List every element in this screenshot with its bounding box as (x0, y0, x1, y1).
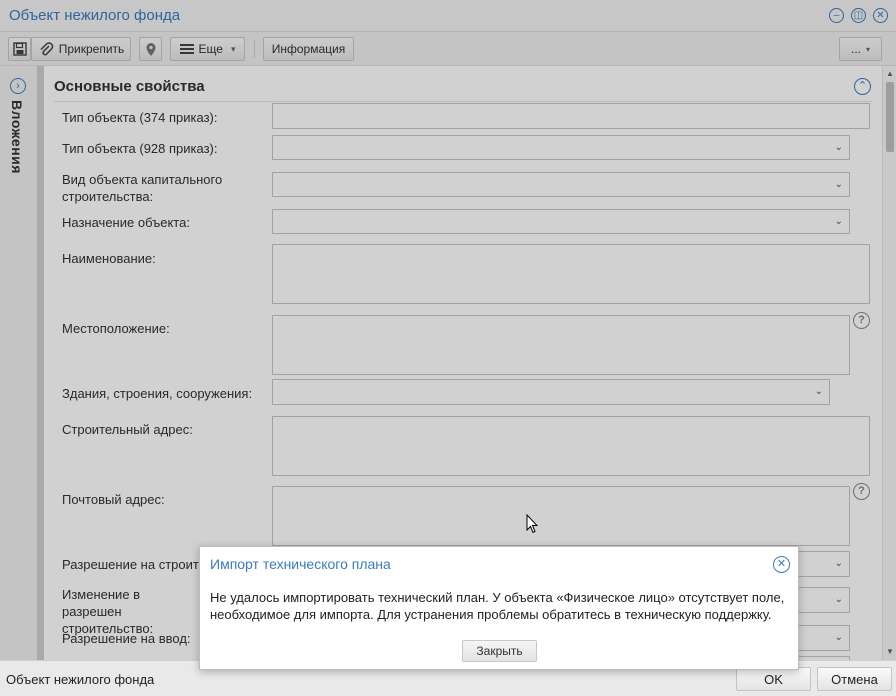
cancel-label: Отмена (831, 671, 878, 687)
status-text: Объект нежилого фонда (6, 672, 155, 687)
mouse-cursor-icon (526, 514, 538, 534)
ok-button[interactable]: OK (736, 667, 811, 691)
import-error-dialog: Импорт технического плана ✕ Не удалось и… (199, 546, 799, 670)
dialog-message: Не удалось импортировать технический пла… (210, 590, 785, 622)
dialog-close-label: Закрыть (476, 644, 523, 658)
dialog-close-icon[interactable]: ✕ (773, 556, 790, 573)
dialog-close-button[interactable]: Закрыть (462, 640, 537, 662)
cancel-button[interactable]: Отмена (817, 667, 892, 691)
ok-label: OK (764, 671, 783, 687)
dialog-title: Импорт технического плана (210, 556, 391, 572)
